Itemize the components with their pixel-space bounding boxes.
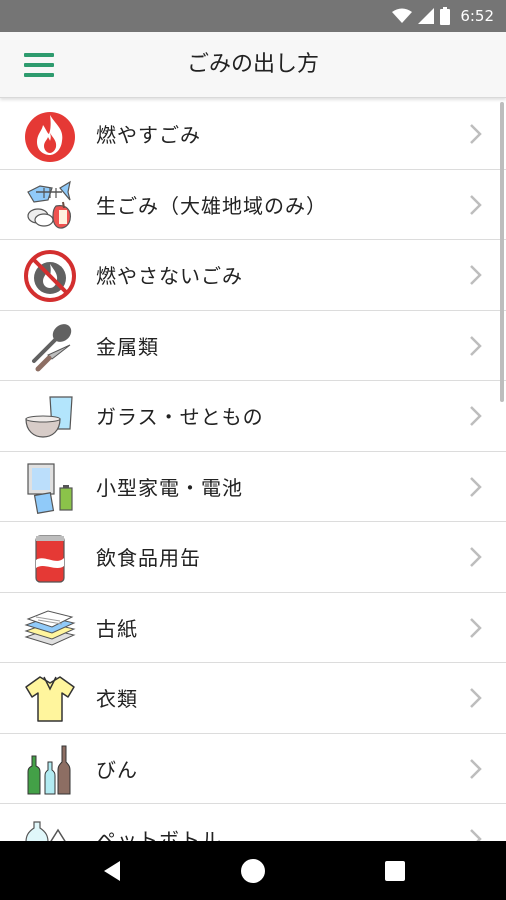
status-time: 6:52 — [460, 7, 494, 25]
scrollbar[interactable] — [500, 102, 504, 402]
status-bar: 6:52 — [0, 0, 506, 32]
list-item-label: びん — [96, 757, 138, 782]
small-appliance-battery-icon — [22, 460, 78, 516]
list-item-metal[interactable]: 金属類 — [0, 310, 506, 381]
list-item-label: 飲食品用缶 — [96, 546, 201, 571]
metal-utensils-icon — [22, 319, 78, 375]
chevron-right-icon — [470, 476, 482, 497]
chevron-right-icon — [470, 194, 482, 215]
list-item-burnable[interactable]: 燃やすごみ — [0, 99, 506, 170]
list-item-label: 古紙 — [96, 616, 138, 641]
glass-ceramics-icon — [22, 389, 78, 445]
list-item-label: ガラス・せともの — [96, 405, 264, 430]
signal-icon — [418, 8, 435, 24]
system-navigation-bar — [0, 841, 506, 900]
chevron-right-icon — [470, 547, 482, 567]
list-item-paper[interactable]: 古紙 — [0, 592, 506, 663]
app-bar: ごみの出し方 — [0, 32, 506, 98]
list-item-can[interactable]: 飲食品用缶 — [0, 522, 506, 593]
fire-icon — [22, 107, 78, 163]
list-item-glass-ceramics[interactable]: ガラス・せともの — [0, 381, 506, 452]
clothing-icon — [22, 671, 78, 727]
chevron-right-icon — [470, 617, 482, 638]
chevron-right-icon — [470, 124, 482, 144]
list-item-label: 金属類 — [96, 334, 159, 359]
list-item-label: 衣類 — [96, 687, 138, 712]
food-waste-icon — [22, 178, 78, 234]
list-item-clothing[interactable]: 衣類 — [0, 663, 506, 734]
list-item-label: 燃やすごみ — [96, 123, 201, 148]
chevron-right-icon — [470, 335, 482, 356]
wifi-icon — [392, 8, 413, 23]
chevron-right-icon — [470, 688, 482, 708]
can-icon — [22, 530, 78, 586]
chevron-right-icon — [470, 829, 482, 841]
list-item-pet-bottle[interactable]: ペットボトル — [0, 804, 506, 841]
garbage-category-list: 燃やすごみ 生ごみ（大雄地域のみ） 燃やさないごみ 金属類 ガラス・せともの 小… — [0, 99, 506, 841]
chevron-right-icon — [470, 406, 482, 426]
battery-icon — [440, 7, 451, 25]
bottles-icon — [22, 742, 78, 798]
newspaper-icon — [22, 601, 78, 657]
list-item-food-waste[interactable]: 生ごみ（大雄地域のみ） — [0, 169, 506, 240]
list-item-bottles[interactable]: びん — [0, 733, 506, 804]
back-icon[interactable] — [100, 859, 124, 883]
list-item-label: 燃やさないごみ — [96, 264, 243, 289]
list-item-non-burnable[interactable]: 燃やさないごみ — [0, 240, 506, 311]
list-item-small-appliance[interactable]: 小型家電・電池 — [0, 451, 506, 522]
status-icons: 6:52 — [392, 0, 494, 32]
recent-apps-icon[interactable] — [385, 861, 405, 881]
list-item-label: 生ごみ（大雄地域のみ） — [96, 193, 327, 218]
pet-bottle-icon — [22, 812, 78, 841]
chevron-right-icon — [470, 265, 482, 285]
list-item-label: ペットボトル — [96, 828, 222, 841]
page-title: ごみの出し方 — [186, 52, 319, 77]
list-item-label: 小型家電・電池 — [96, 475, 243, 500]
home-icon[interactable] — [241, 859, 265, 883]
no-burn-icon — [22, 248, 78, 304]
chevron-right-icon — [470, 758, 482, 779]
